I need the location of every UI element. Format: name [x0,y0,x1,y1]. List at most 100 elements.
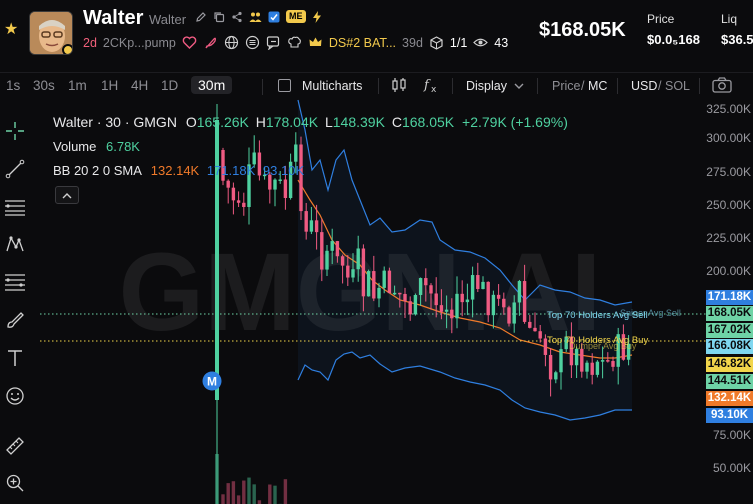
candle-body [294,144,298,162]
candle-body [273,179,277,190]
candle-body [392,292,397,295]
volume-bar [226,483,230,504]
candle-body [439,305,444,312]
volume-legend: Volume 6.78K [53,139,140,154]
candle-body [491,294,496,316]
candle-body [226,180,230,188]
candle-body [470,275,475,300]
price-tag-bb-mid: 132.14K [706,391,753,406]
candle-body [231,187,236,201]
price-tag-bb-lower: 93.10K [706,408,753,423]
candle-body [528,321,532,328]
bb-mid-value: 132.14K [150,163,200,178]
candle-body [444,309,449,312]
axis-label: 50.00K [712,461,751,475]
candle-body [372,271,376,299]
candle-body [330,241,334,251]
candle-body [554,372,558,380]
candle-body [502,298,506,308]
candle-body [236,200,241,203]
candle-body [559,349,563,373]
price-tag: 144.51K [706,374,753,389]
ohlc-legend: Walter · 30 · GMGN O165.26K H178.04K L14… [53,114,568,130]
candle-body [351,269,355,278]
open-value: 165.26K [196,114,249,130]
volume-bar [236,495,241,504]
candle-body [215,120,219,400]
price-tag-bb-upper: 171.18K [706,290,753,305]
candle-body [465,299,470,303]
chevron-up-icon [62,192,72,198]
volume-bar [283,479,288,504]
close-label: C [391,114,402,130]
candle-body [548,354,553,380]
volume-bars [215,454,288,504]
price-tag: 166.08K [706,339,753,354]
candle-body [283,179,288,198]
candle-body [434,293,438,306]
volume-bar [215,454,219,504]
volume-bar [221,494,225,504]
change-value: +2.79K (+1.69%) [462,114,568,130]
candle-body [314,220,319,233]
candle-body [424,278,428,286]
candle-body [398,292,402,295]
volume-bar [242,480,246,504]
axis-label: 250.00K [706,198,751,212]
candle-body [413,294,418,315]
volume-bar [257,500,262,504]
candle-body [580,348,584,372]
low-value: 148.39K [332,114,385,130]
candle-body [366,271,371,297]
candle-body [408,301,412,315]
volume-value: 6.78K [106,139,140,154]
volume-label: Volume [53,139,97,154]
candle-body [429,285,433,294]
price-chart[interactable]: GMGN.AI Top 70 Holders Avg Sell Sniper A… [0,0,753,504]
axis-label: 325.00K [706,102,751,116]
symbol-line: Walter · 30 · GMGN [53,114,177,130]
high-value: 178.04K [265,114,319,130]
candle-body [242,202,246,208]
price-tag: 146.82K [706,357,753,372]
bb-upper-value: 171.18K [206,163,256,178]
overlay-buy-label-2: Dumper Avg Buy [569,341,637,351]
candle-body [486,281,490,316]
bb-label: BB 20 2 0 SMA [53,163,142,178]
candle-body [517,281,522,303]
volume-bar [247,477,251,504]
candle-body [533,327,537,332]
candle-body [382,270,386,288]
collapse-legend-button[interactable] [55,186,79,204]
candle-body [455,293,459,319]
candle-body [340,256,345,266]
candle-body [450,309,454,319]
low-label: L [324,114,333,130]
volume-bar [231,481,236,504]
volume-bar [252,484,256,504]
candle-body [356,248,360,270]
candle-body [611,361,615,367]
candle-body [507,307,511,324]
candle-body [538,331,542,339]
price-tag-current: 168.05K [706,306,753,321]
candle-body [346,265,350,278]
candle-body [600,360,605,362]
price-tag: 167.02K [706,323,753,338]
marker-label: M [207,375,217,389]
candle-body [595,361,600,375]
candle-body [309,220,314,232]
candle-body [387,270,392,294]
candle-body [590,362,594,375]
candle-body [606,360,610,362]
high-label: H [255,114,266,130]
axis-label: 225.00K [706,231,751,245]
candle-body [304,211,308,232]
candle-body [325,250,329,270]
candle-body [460,293,464,303]
candle-body [574,348,579,366]
candle-body [481,281,485,289]
axis-label: 275.00K [706,165,751,179]
candle-body [335,241,340,257]
candle-body [418,278,423,295]
